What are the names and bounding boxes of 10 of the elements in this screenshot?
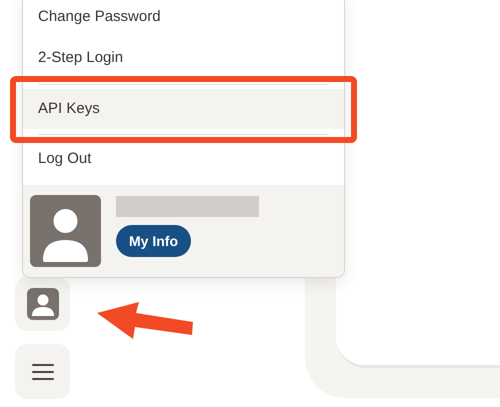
menu-item[interactable]: Change Password [23,0,344,34]
menu-item[interactable]: 2-Step Login [23,41,344,75]
menu-item[interactable]: API Keys [23,89,344,129]
user-icon [26,288,58,320]
menu-icon [32,362,54,380]
menu-item[interactable]: Log Out [23,142,344,176]
my-info-button[interactable]: My Info [116,225,191,257]
avatar-icon [30,195,101,267]
profile-button[interactable] [15,277,70,331]
menu-button[interactable] [15,344,70,399]
